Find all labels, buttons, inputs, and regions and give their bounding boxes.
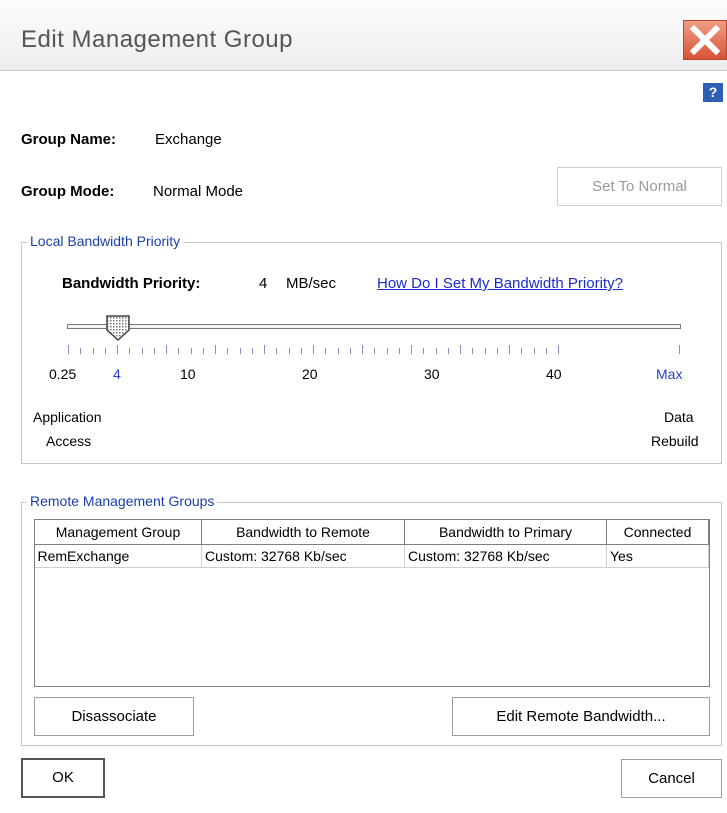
bandwidth-priority-value: 4: [259, 275, 268, 292]
remote-groups-table[interactable]: Management Group Bandwidth to Remote Ban…: [34, 519, 709, 568]
slider-tick: [289, 348, 290, 354]
group-name-value: Exchange: [155, 131, 222, 148]
remote-groups-legend: Remote Management Groups: [27, 493, 218, 509]
data-label: Data: [664, 409, 694, 425]
bandwidth-slider-track[interactable]: [67, 324, 681, 329]
slider-tick: [509, 345, 510, 354]
slider-tick: [313, 345, 314, 354]
help-icon[interactable]: ?: [703, 83, 723, 102]
slider-tick: [485, 348, 486, 354]
slider-tick: [93, 348, 94, 354]
slider-tick: [374, 348, 375, 354]
slider-tick: [411, 345, 412, 354]
slider-tick: [423, 348, 424, 354]
slider-tick: [448, 348, 449, 354]
slider-tick: [178, 348, 179, 354]
slider-tick: [325, 348, 326, 354]
table-cell: RemExchange: [34, 544, 202, 568]
slider-tick: [338, 348, 339, 354]
slider-tick: [350, 348, 351, 354]
dialog-title: Edit Management Group: [21, 26, 293, 53]
bandwidth-help-link[interactable]: How Do I Set My Bandwidth Priority?: [377, 275, 623, 292]
bandwidth-priority-unit: MB/sec: [286, 275, 337, 292]
slider-tick: [227, 348, 228, 354]
access-label: Access: [46, 433, 92, 449]
set-to-normal-button[interactable]: Set To Normal: [557, 167, 722, 206]
slider-tick: [166, 345, 167, 354]
table-cell: Custom: 32768 Kb/sec: [201, 544, 405, 568]
column-header[interactable]: Bandwidth to Primary: [404, 519, 607, 545]
disassociate-button[interactable]: Disassociate: [34, 697, 194, 736]
slider-tick: [105, 348, 106, 354]
local-bandwidth-legend: Local Bandwidth Priority: [27, 233, 184, 249]
group-name-label: Group Name:: [21, 131, 117, 148]
close-icon: [689, 24, 721, 56]
slider-tick: [399, 348, 400, 354]
table-row[interactable]: RemExchange Custom: 32768 Kb/sec Custom:…: [34, 544, 709, 568]
slider-tick: [301, 348, 302, 354]
bandwidth-slider-thumb[interactable]: [104, 314, 132, 342]
slider-tick: [215, 345, 216, 354]
rebuild-label: Rebuild: [651, 433, 699, 449]
slider-tick: [472, 348, 473, 354]
slider-tick: [387, 348, 388, 354]
column-header[interactable]: Connected: [606, 519, 709, 545]
slider-tick: [240, 348, 241, 354]
slider-tick: [276, 348, 277, 354]
slider-tick: [129, 348, 130, 354]
slider-tick: [497, 348, 498, 354]
table-header-row: Management Group Bandwidth to Remote Ban…: [34, 519, 709, 545]
cancel-button[interactable]: Cancel: [621, 759, 722, 798]
application-label: Application: [33, 409, 102, 425]
group-mode-value: Normal Mode: [153, 183, 244, 200]
tick-label-min: 0.25: [49, 366, 77, 382]
slider-tick: [436, 348, 437, 354]
bandwidth-priority-label: Bandwidth Priority:: [62, 275, 201, 292]
ok-button[interactable]: OK: [21, 758, 105, 798]
slider-tick: [534, 348, 535, 354]
slider-tick: [203, 348, 204, 354]
edit-remote-bandwidth-button[interactable]: Edit Remote Bandwidth...: [452, 697, 710, 736]
slider-tick: [460, 345, 461, 354]
title-bar[interactable]: Edit Management Group: [0, 0, 727, 71]
slider-tick: [154, 348, 155, 354]
group-mode-label: Group Mode:: [21, 183, 115, 200]
slider-tick: [264, 345, 265, 354]
slider-tick: [252, 348, 253, 354]
slider-tick: [362, 345, 363, 354]
column-header[interactable]: Bandwidth to Remote: [201, 519, 405, 545]
slider-tick: [117, 345, 118, 354]
slider-tick: [679, 345, 680, 354]
slider-tick: [142, 348, 143, 354]
table-cell: Custom: 32768 Kb/sec: [404, 544, 607, 568]
tick-label-10: 10: [180, 366, 196, 382]
tick-label-current: 4: [113, 366, 121, 382]
table-cell: Yes: [606, 544, 709, 568]
tick-label-max: Max: [656, 366, 683, 382]
slider-tick: [546, 348, 547, 354]
column-header[interactable]: Management Group: [34, 519, 202, 545]
tick-label-40: 40: [546, 366, 562, 382]
edit-management-group-dialog: Edit Management Group ? Group Name: Exch…: [0, 0, 727, 813]
tick-label-30: 30: [424, 366, 440, 382]
slider-tick: [558, 345, 559, 354]
tick-label-20: 20: [302, 366, 318, 382]
slider-tick: [521, 348, 522, 354]
close-button[interactable]: [683, 20, 727, 60]
slider-tick: [80, 348, 81, 354]
slider-tick: [191, 348, 192, 354]
slider-tick: [68, 345, 69, 354]
